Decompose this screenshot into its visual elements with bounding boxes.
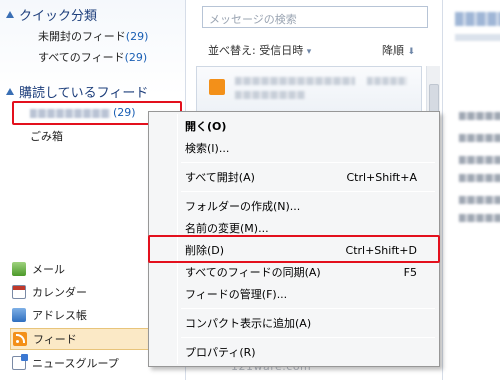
menu-item-mark-all-read[interactable]: すべて開封(A) Ctrl+Shift+A bbox=[151, 166, 437, 188]
menu-item-label: すべて開封(A) bbox=[185, 171, 255, 184]
nav-label: カレンダー bbox=[32, 286, 87, 299]
menu-separator bbox=[181, 162, 435, 163]
contacts-icon bbox=[12, 308, 26, 322]
article-text-blurred bbox=[459, 156, 500, 164]
menu-item-label: 名前の変更(M)... bbox=[185, 222, 269, 235]
subscribed-feeds-header[interactable]: 購読しているフィード bbox=[6, 82, 148, 101]
menu-item-properties[interactable]: プロパティ(R) bbox=[151, 341, 437, 363]
menu-item-label: コンパクト表示に追加(A) bbox=[185, 317, 312, 330]
article-subtitle-blurred bbox=[455, 34, 500, 41]
folder-trash[interactable]: ごみ箱 bbox=[30, 128, 63, 144]
menu-item-label: 削除(D) bbox=[185, 244, 225, 257]
feed-icon bbox=[13, 332, 27, 346]
menu-item-open[interactable]: 開く(O) bbox=[151, 115, 437, 137]
menu-item-label: フォルダーの作成(N)... bbox=[185, 200, 301, 213]
sort-by-dropdown[interactable]: 並べ替え: 受信日時 ▾ bbox=[208, 42, 311, 58]
collapse-triangle-icon[interactable] bbox=[6, 88, 14, 95]
article-title-blurred bbox=[455, 12, 500, 26]
menu-separator bbox=[181, 191, 435, 192]
unread-count: (29) bbox=[113, 106, 136, 119]
collapse-triangle-icon[interactable] bbox=[6, 11, 14, 18]
article-text-blurred bbox=[459, 134, 500, 142]
quick-views-header[interactable]: クイック分類 bbox=[6, 5, 97, 24]
menu-item-delete[interactable]: 削除(D) Ctrl+Shift+D bbox=[151, 239, 437, 261]
arrow-down-icon: ⬇ bbox=[407, 47, 416, 57]
mail-icon bbox=[12, 262, 26, 276]
article-text-blurred bbox=[459, 174, 500, 182]
menu-item-shortcut: Ctrl+Shift+D bbox=[345, 243, 417, 257]
menu-item-sync-all-feeds[interactable]: すべてのフィードの同期(A) F5 bbox=[151, 261, 437, 283]
folder-unread-feeds[interactable]: 未開封のフィード(29) bbox=[38, 28, 148, 44]
menu-item-shortcut: Ctrl+Shift+A bbox=[346, 170, 417, 184]
menu-item-manage-feeds[interactable]: フィードの管理(F)... bbox=[151, 283, 437, 305]
message-date-blurred bbox=[367, 77, 407, 85]
calendar-icon bbox=[12, 285, 26, 299]
article-text-blurred bbox=[459, 214, 500, 222]
menu-item-create-folder[interactable]: フォルダーの作成(N)... bbox=[151, 195, 437, 217]
folder-label: すべてのフィード bbox=[38, 51, 125, 64]
unread-count: (29) bbox=[124, 51, 148, 64]
message-list-item[interactable] bbox=[196, 66, 422, 112]
quick-views-title: クイック分類 bbox=[19, 9, 98, 24]
context-menu: 開く(O) 検索(I)... すべて開封(A) Ctrl+Shift+A フォル… bbox=[148, 111, 440, 367]
article-text-blurred bbox=[459, 112, 500, 120]
menu-item-label: すべてのフィードの同期(A) bbox=[185, 266, 321, 279]
reading-pane bbox=[442, 0, 500, 380]
sort-order-label: 降順 bbox=[382, 44, 404, 57]
menu-item-rename[interactable]: 名前の変更(M)... bbox=[151, 217, 437, 239]
menu-item-search[interactable]: 検索(I)... bbox=[151, 137, 437, 159]
menu-separator bbox=[181, 308, 435, 309]
sort-order-toggle[interactable]: 降順 ⬇ bbox=[382, 42, 415, 58]
folder-all-feeds[interactable]: すべてのフィード(29) bbox=[38, 49, 147, 65]
nav-label: メール bbox=[32, 263, 65, 276]
article-text-blurred bbox=[459, 196, 500, 204]
folder-label: 未開封のフィード bbox=[38, 30, 126, 43]
newsgroup-icon bbox=[12, 354, 28, 370]
menu-item-label: 検索(I)... bbox=[185, 142, 230, 155]
nav-label: フィード bbox=[33, 333, 77, 346]
unread-count: (29) bbox=[125, 30, 149, 43]
menu-item-label: 開く(O) bbox=[185, 120, 227, 133]
nav-label: アドレス帳 bbox=[32, 309, 87, 322]
message-title-blurred bbox=[235, 77, 355, 85]
menu-item-label: プロパティ(R) bbox=[185, 346, 256, 359]
message-source-blurred bbox=[235, 91, 305, 99]
nav-label: ニュースグループ bbox=[32, 357, 119, 370]
menu-item-label: フィードの管理(F)... bbox=[185, 288, 288, 301]
subscribed-feeds-title: 購読しているフィード bbox=[19, 86, 149, 101]
folder-feed-item[interactable]: (29) bbox=[30, 106, 136, 119]
search-input[interactable]: メッセージの検索 bbox=[202, 6, 428, 28]
feed-icon bbox=[209, 79, 225, 95]
feed-name-blurred bbox=[30, 108, 110, 118]
sort-label: 並べ替え: 受信日時 bbox=[208, 44, 304, 57]
menu-item-add-compact-view[interactable]: コンパクト表示に追加(A) bbox=[151, 312, 437, 334]
menu-item-shortcut: F5 bbox=[403, 265, 417, 279]
dropdown-arrow-icon: ▾ bbox=[306, 47, 312, 57]
folder-label: ごみ箱 bbox=[30, 130, 63, 143]
menu-separator bbox=[181, 337, 435, 338]
